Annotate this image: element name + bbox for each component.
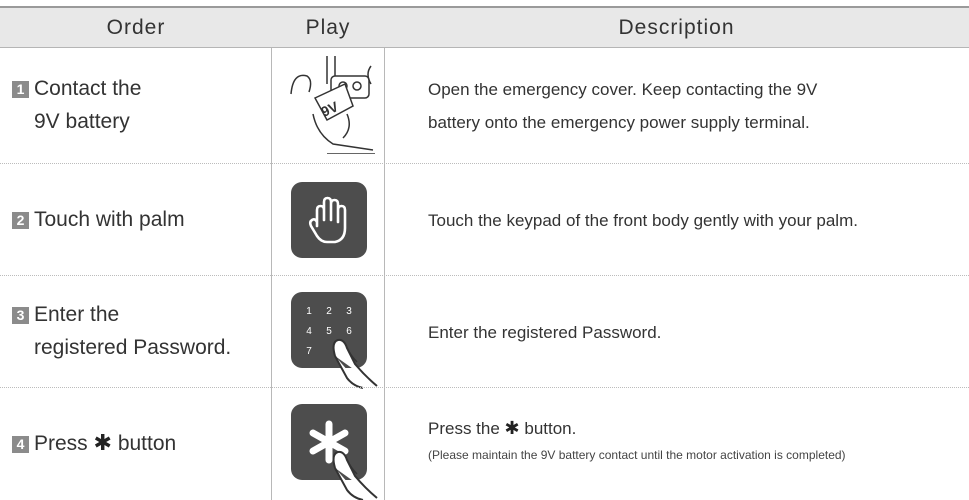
order-step-4: 4 Press ✱ button bbox=[12, 426, 176, 460]
keypad-icon: 1 2 3 4 5 6 7 bbox=[291, 292, 378, 389]
table-row: 2 Touch with palm Touch the keypad of the… bbox=[0, 164, 969, 276]
table-row: 4 Press ✱ button Press the ✱ button. (Pl… bbox=[0, 388, 969, 500]
order-text: Touch with palm bbox=[34, 208, 185, 231]
table-row: 1 Contact the 9V battery 9V Open the emer… bbox=[0, 48, 969, 164]
order-text: Enter the bbox=[34, 303, 120, 326]
order-text: Contact the bbox=[34, 77, 142, 100]
keypad-key: 7 bbox=[306, 346, 312, 357]
description-text: button. bbox=[524, 419, 577, 438]
description-step-3: Enter the registered Password. bbox=[428, 316, 661, 349]
keypad-key: 5 bbox=[326, 326, 332, 337]
description-text: battery onto the emergency power supply … bbox=[428, 113, 810, 132]
description-note: (Please maintain the 9V battery contact … bbox=[428, 448, 846, 462]
order-step-1: 1 Contact the 9V battery bbox=[12, 72, 141, 138]
header-order: Order bbox=[106, 16, 166, 39]
keypad-key: 1 bbox=[306, 306, 312, 317]
header-play: Play bbox=[305, 16, 351, 39]
description-step-4: Press the ✱ button. (Please maintain the… bbox=[428, 412, 846, 465]
palm-icon bbox=[291, 182, 367, 258]
description-text: Touch the keypad of the front body gentl… bbox=[428, 211, 858, 230]
table-row: 3 Enter the registered Password. 1 2 3 4 … bbox=[0, 276, 969, 389]
description-text: Press the bbox=[428, 419, 500, 438]
description-text: Open the emergency cover. Keep contactin… bbox=[428, 80, 818, 99]
description-step-2: Touch the keypad of the front body gentl… bbox=[428, 204, 858, 237]
step-number-badge: 3 bbox=[12, 307, 29, 324]
asterisk-key-icon bbox=[291, 404, 378, 500]
order-text: registered Password. bbox=[34, 336, 232, 359]
instruction-table: Order Play Description 1 Contact the 9V b… bbox=[0, 6, 969, 500]
order-text: Press bbox=[34, 432, 88, 455]
step-number-badge: 4 bbox=[12, 436, 29, 453]
order-text: 9V battery bbox=[34, 110, 130, 133]
asterisk-icon: ✱ bbox=[93, 430, 112, 455]
order-step-3: 3 Enter the registered Password. bbox=[12, 298, 231, 364]
keypad-key: 4 bbox=[306, 326, 312, 337]
header-description: Description bbox=[618, 16, 735, 39]
order-step-2: 2 Touch with palm bbox=[12, 203, 185, 236]
asterisk-icon: ✱ bbox=[504, 418, 520, 438]
step-number-badge: 1 bbox=[12, 81, 29, 98]
battery-contact-illustration: 9V bbox=[287, 54, 375, 155]
keypad-key: 2 bbox=[326, 306, 332, 317]
keypad-key: 3 bbox=[346, 306, 352, 317]
description-step-1: Open the emergency cover. Keep contactin… bbox=[428, 73, 817, 139]
step-number-badge: 2 bbox=[12, 212, 29, 229]
keypad-key: 6 bbox=[346, 326, 352, 337]
order-text: button bbox=[117, 432, 177, 455]
description-text: Enter the registered Password. bbox=[428, 323, 662, 342]
table-header: Order Play Description bbox=[0, 6, 969, 48]
